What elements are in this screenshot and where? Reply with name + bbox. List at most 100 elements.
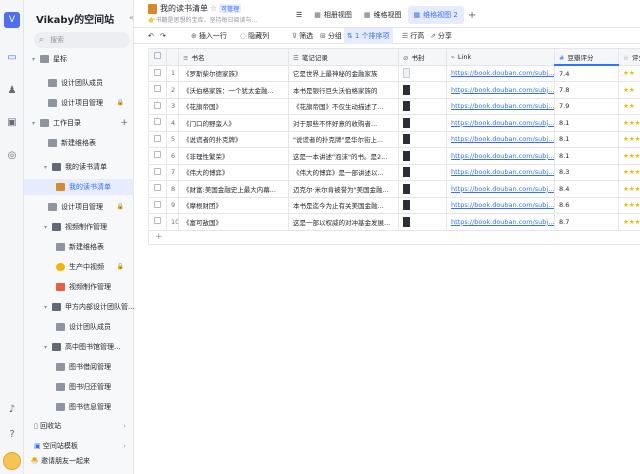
column-header-rating[interactable]: ☆评分: [618, 48, 640, 66]
cover-cell[interactable]: [398, 130, 447, 148]
row-height-button[interactable]: ☰ 行高: [402, 28, 424, 44]
column-header-douban-score[interactable]: # 豆瓣评分: [554, 48, 619, 66]
douban-score-cell[interactable]: 8.1: [554, 114, 619, 132]
book-cover-thumbnail[interactable]: [403, 200, 410, 211]
star-icon[interactable]: ☆: [210, 4, 217, 13]
book-cover-thumbnail[interactable]: [403, 101, 410, 112]
invite-button[interactable]: 🐣 邀请朋友一起来: [30, 456, 90, 466]
explore-icon[interactable]: ◎: [6, 150, 18, 162]
sidebar-item[interactable]: 图书归还管理: [24, 379, 134, 395]
checkbox[interactable]: [154, 151, 161, 159]
rating-cell[interactable]: ★★★: [618, 147, 640, 165]
douban-score-cell[interactable]: 8.1: [554, 130, 619, 148]
select-all-checkbox[interactable]: [148, 48, 167, 66]
template-icon[interactable]: ▣: [6, 117, 18, 129]
rating-cell[interactable]: ★★★: [618, 180, 640, 198]
group-button[interactable]: ⊞ 分组: [320, 28, 342, 44]
title-cell[interactable]: 《富可敌国》: [178, 213, 289, 231]
view-tab[interactable]: ▦ 相册视图: [308, 6, 358, 24]
checkbox[interactable]: [154, 167, 161, 175]
sidebar-item[interactable]: 视频制作管理: [24, 279, 134, 295]
book-cover-thumbnail[interactable]: [403, 216, 410, 227]
row-checkbox-cell[interactable]: [148, 180, 167, 198]
row-checkbox-cell[interactable]: [148, 213, 167, 231]
filter-button[interactable]: ⊽ 筛选: [292, 28, 313, 44]
rating-cell[interactable]: ★★★: [618, 114, 640, 132]
row-checkbox-cell[interactable]: [148, 81, 167, 99]
row-checkbox-cell[interactable]: [148, 114, 167, 132]
douban-score-cell[interactable]: 7.4: [554, 64, 619, 82]
douban-score-cell[interactable]: 7.8: [554, 81, 619, 99]
search-input[interactable]: ⌕ 搜索: [34, 32, 130, 48]
checkbox[interactable]: [154, 68, 161, 76]
douban-score-cell[interactable]: 7.9: [554, 97, 619, 115]
link-cell[interactable]: https://book.douban.com/subj...: [446, 97, 555, 115]
rating-cell[interactable]: ★★★: [618, 213, 640, 231]
cover-cell[interactable]: [398, 163, 447, 181]
table-row[interactable]: 1 《罗斯柴尔德家族》 它是世界上最神秘的金融家族 https://book.doub…: [148, 64, 640, 82]
link-cell[interactable]: https://book.douban.com/subj...: [446, 196, 555, 214]
undo-icon[interactable]: ↶: [148, 28, 154, 44]
checkbox[interactable]: [154, 101, 161, 109]
sidebar-item[interactable]: 新建维格表: [24, 135, 134, 151]
chevron-down-icon[interactable]: ▾: [32, 116, 40, 131]
link-cell[interactable]: https://book.douban.com/subj...: [446, 130, 555, 148]
cover-cell[interactable]: [398, 213, 447, 231]
row-checkbox-cell[interactable]: [148, 163, 167, 181]
rating-cell[interactable]: ★★★: [618, 163, 640, 181]
sidebar-item[interactable]: ▾ 视频制作管理: [24, 219, 134, 235]
chevron-down-icon[interactable]: ▾: [32, 52, 40, 67]
sidebar-item[interactable]: 设计团队成员: [24, 75, 134, 91]
rating-cell[interactable]: ★★★: [618, 196, 640, 214]
sort-button[interactable]: ⇅ 1 个排序项: [344, 28, 393, 44]
notes-cell[interactable]: 本书是迄今为止有关美国金融...: [288, 196, 399, 214]
column-header-title[interactable]: ≡ 书名: [178, 48, 289, 66]
table-row[interactable]: 9 《摩根财团》 本书是迄今为止有关美国金融... https://book.doub…: [148, 196, 640, 214]
checkbox[interactable]: [154, 85, 161, 93]
title-cell[interactable]: 《非理性繁荣》: [178, 147, 289, 165]
sidebar-item[interactable]: 设计团队成员: [24, 319, 134, 335]
recycle-bin[interactable]: ▯ 回收站 ›: [24, 418, 134, 434]
title-cell[interactable]: 《花旗帝国》: [178, 97, 289, 115]
row-checkbox-cell[interactable]: [148, 97, 167, 115]
title-cell[interactable]: 《财富:美国金融史上最大内幕...: [178, 180, 289, 198]
chevron-down-icon[interactable]: ▾: [44, 340, 52, 355]
sidebar-item[interactable]: 生产中视频 🔒: [24, 259, 134, 275]
notes-cell[interactable]: 迈克尔·米尔肯被誉为"美国金融...: [288, 180, 399, 198]
templates-entry[interactable]: ▣ 空间站模板 ›: [24, 438, 134, 454]
column-header-notes[interactable]: ☰ 笔记记录: [288, 48, 399, 66]
checkbox[interactable]: [154, 118, 161, 126]
notes-cell[interactable]: 本书是银行巨头沃伯格家族的: [288, 81, 399, 99]
link-cell[interactable]: https://book.douban.com/subj...: [446, 114, 555, 132]
notes-cell[interactable]: 它是世界上最神秘的金融家族: [288, 64, 399, 82]
view-menu-icon[interactable]: ☰: [290, 6, 308, 24]
table-row[interactable]: 10 《富可敌国》 这是一部以权威的对冲基金发展... https://book.do…: [148, 213, 640, 231]
chevron-down-icon[interactable]: ▾: [44, 300, 52, 315]
cover-cell[interactable]: [398, 81, 447, 99]
title-cell[interactable]: 《沃伯格家族：一个犹太金融...: [178, 81, 289, 99]
notes-cell[interactable]: "说谎者的扑克牌"是华尔街上...: [288, 130, 399, 148]
user-avatar[interactable]: [3, 452, 21, 470]
table-row[interactable]: 6 《非理性繁荣》 这是一本讲述"泡沫"的书。是2... https://book.d…: [148, 147, 640, 165]
douban-score-cell[interactable]: 8.3: [554, 163, 619, 181]
sidebar-item[interactable]: ▾ 甲方内部设计团队管...: [24, 299, 134, 315]
link-cell[interactable]: https://book.douban.com/subj...: [446, 213, 555, 231]
redo-icon[interactable]: ↷: [160, 28, 166, 44]
notes-cell[interactable]: 对于那些不怀好意的收购者...: [288, 114, 399, 132]
book-cover-thumbnail[interactable]: [403, 134, 410, 145]
link-cell[interactable]: https://book.douban.com/subj...: [446, 163, 555, 181]
title-cell[interactable]: 《罗斯柴尔德家族》: [178, 64, 289, 82]
checkbox[interactable]: [154, 200, 161, 208]
sidebar-item[interactable]: ▾ 星标: [24, 51, 134, 67]
sidebar-item[interactable]: 新建维格表: [24, 239, 134, 255]
row-checkbox-cell[interactable]: [148, 64, 167, 82]
rating-cell[interactable]: ★★: [618, 64, 640, 82]
link-cell[interactable]: https://book.douban.com/subj...: [446, 147, 555, 165]
add-row-button[interactable]: +: [148, 230, 640, 245]
datasheet-name[interactable]: 我的读书清单 ☆ 可管理: [160, 3, 242, 14]
workspace-avatar[interactable]: V: [4, 12, 20, 28]
sidebar-item[interactable]: ▾ 我的读书清单: [24, 159, 134, 175]
table-row[interactable]: 2 《沃伯格家族：一个犹太金融... 本书是银行巨头沃伯格家族的 https://bo…: [148, 81, 640, 99]
notes-cell[interactable]: 这是一部以权威的对冲基金发展...: [288, 213, 399, 231]
add-node-icon[interactable]: +: [120, 115, 128, 131]
